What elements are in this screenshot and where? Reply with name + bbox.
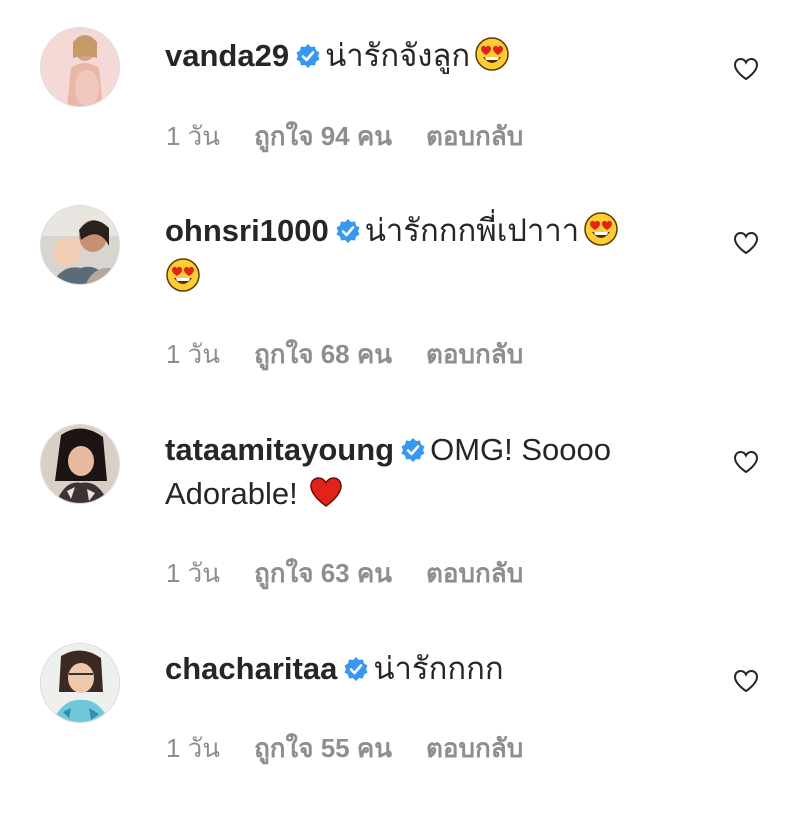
comment-time: 1 วัน <box>166 733 221 763</box>
reply-button[interactable]: ตอบกลับ <box>426 116 523 157</box>
heart-eyes-emoji-icon <box>583 211 619 247</box>
comment-text: น่ารักกกพี่เปาาา <box>364 213 580 248</box>
like-heart-icon[interactable] <box>733 669 759 693</box>
likes-count[interactable]: ถูกใจ 68 คน <box>254 334 392 375</box>
verified-badge-icon <box>295 37 321 68</box>
comment-time: 1 วัน <box>166 121 221 151</box>
comment-text: น่ารักกกก <box>373 651 504 686</box>
username[interactable]: tataamitayoung <box>165 432 394 467</box>
comment-time: 1 วัน <box>166 558 221 588</box>
reply-button[interactable]: ตอบกลับ <box>426 728 523 769</box>
like-heart-icon[interactable] <box>733 57 759 81</box>
verified-badge-icon <box>400 431 426 462</box>
avatar[interactable] <box>40 205 120 285</box>
red-heart-emoji-icon <box>308 474 344 510</box>
avatar[interactable] <box>40 27 120 107</box>
heart-eyes-emoji-icon <box>165 257 201 293</box>
comment-text: น่ารักจังลูก <box>325 38 471 73</box>
likes-count[interactable]: ถูกใจ 63 คน <box>254 553 392 594</box>
username[interactable]: chacharitaa <box>165 651 337 686</box>
likes-count[interactable]: ถูกใจ 55 คน <box>254 728 392 769</box>
username[interactable]: vanda29 <box>165 38 289 73</box>
heart-eyes-emoji-icon <box>474 36 510 72</box>
avatar[interactable] <box>40 643 120 723</box>
like-heart-icon[interactable] <box>733 231 759 255</box>
avatar[interactable] <box>40 424 120 504</box>
comment-time: 1 วัน <box>166 339 221 369</box>
like-heart-icon[interactable] <box>733 450 759 474</box>
verified-badge-icon <box>335 212 361 243</box>
username[interactable]: ohnsri1000 <box>165 213 329 248</box>
reply-button[interactable]: ตอบกลับ <box>426 334 523 375</box>
verified-badge-icon <box>343 650 369 681</box>
reply-button[interactable]: ตอบกลับ <box>426 553 523 594</box>
likes-count[interactable]: ถูกใจ 94 คน <box>254 116 392 157</box>
